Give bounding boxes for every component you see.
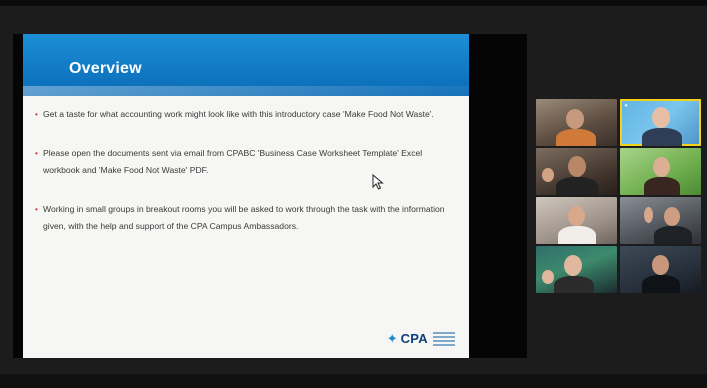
participant-tile-7[interactable] [536,246,617,293]
participant-tile-1[interactable] [536,99,617,146]
participant-avatar [652,107,670,128]
cpa-logo-text: CPA [401,331,428,346]
bottom-bar [0,374,707,388]
participant-avatar [564,255,582,276]
presentation-slide: Overview Get a taste for what accounting… [23,34,469,358]
slide-header: Overview [23,34,469,96]
participant-avatar [664,207,680,226]
participant-tile-6[interactable] [620,197,701,244]
screen-share-area: Overview Get a taste for what accounting… [13,34,527,358]
raised-hand [542,168,554,182]
participant-avatar [568,156,586,177]
raised-hand [542,270,554,284]
participant-tile-3[interactable] [536,148,617,195]
participant-avatar [653,157,670,177]
cpa-logo-subtext-lines [433,332,455,346]
cpa-star-icon: ✦ [387,332,398,345]
participant-tile-2-active-speaker[interactable]: ✦ [620,99,701,146]
participant-avatar [568,206,585,226]
slide-bullet-3: Working in small groups in breakout room… [35,201,445,235]
cpa-logo: ✦ CPA [387,331,455,346]
top-bar [0,0,707,6]
participant-tile-4[interactable] [620,148,701,195]
slide-title: Overview [69,60,142,78]
participant-avatar [652,255,669,275]
participant-gallery: ✦ [536,99,701,295]
participant-tile-8[interactable] [620,246,701,293]
participant-avatar [566,109,584,129]
raised-hand [644,207,653,223]
slide-bullet-1: Get a taste for what accounting work mig… [35,106,445,123]
participant-tile-5[interactable] [536,197,617,244]
cpa-mini-logo-icon: ✦ [624,103,628,109]
mouse-cursor-icon [372,174,384,190]
